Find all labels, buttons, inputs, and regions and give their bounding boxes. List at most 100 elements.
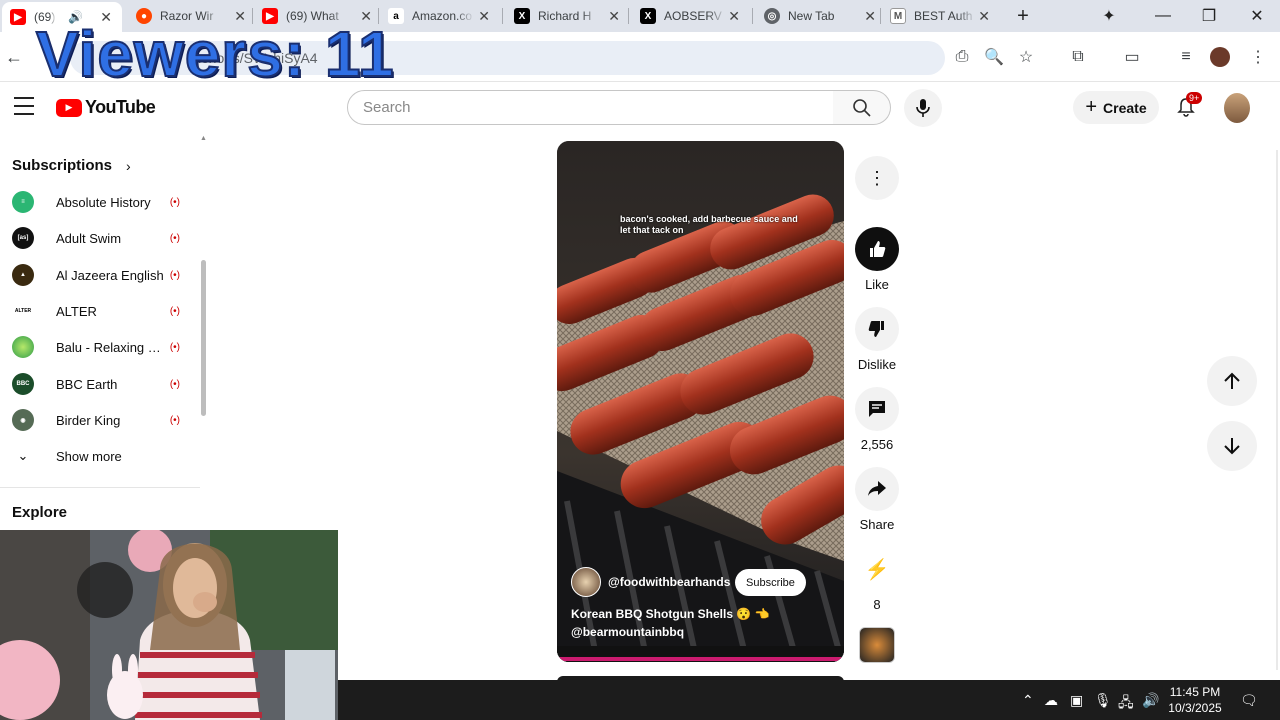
microphone-tray-icon[interactable]: 🎙 — [1094, 692, 1112, 709]
volume-icon[interactable]: 🔊 — [1142, 692, 1159, 709]
channel-name: BBC Earth — [56, 376, 118, 392]
notifications-button[interactable]: 9+ — [1176, 92, 1203, 119]
clock-date: 10/3/2025 — [1168, 701, 1222, 715]
live-icon: (•) — [169, 414, 180, 426]
tab-title: Richard H — [538, 9, 592, 23]
short-title-line1: Korean BBQ Shotgun Shells 😯 👈 — [571, 607, 770, 621]
hamburger-menu-icon[interactable] — [14, 97, 34, 115]
like-button[interactable]: Like — [854, 227, 900, 292]
short-video-player[interactable]: bacon's cooked, add barbecue sauce and l… — [557, 141, 844, 662]
sidebar-item-alter[interactable]: ALTER ALTER (•) — [12, 297, 180, 325]
page-scrollbar[interactable] — [1276, 150, 1278, 670]
channel-avatar[interactable] — [571, 567, 601, 597]
microphone-icon — [916, 99, 930, 117]
tab-title: BEST Auth — [914, 9, 973, 23]
show-more-button[interactable]: ⌄ Show more — [12, 442, 180, 470]
minimize-button[interactable]: — — [1140, 0, 1186, 32]
channel-name: Birder King — [56, 412, 121, 428]
clock[interactable]: 11:45 PM 10/3/2025 — [1166, 684, 1224, 716]
user-avatar[interactable] — [1224, 93, 1250, 123]
tab-x-aobserv[interactable]: X AOBSERV ✕ — [640, 2, 740, 30]
extensions-icon[interactable]: ⧉ — [1068, 47, 1088, 67]
bookmark-star-icon[interactable]: ☆ — [1016, 47, 1036, 67]
tab-title: Amazon.co — [412, 9, 473, 23]
voice-search-button[interactable] — [904, 89, 942, 127]
clock-time: 11:45 PM — [1169, 685, 1221, 699]
channel-avatar: ALTER — [12, 300, 34, 322]
chrome-icon: ◎ — [764, 8, 780, 24]
zoom-icon[interactable]: 🔍 — [984, 47, 1004, 67]
gemini-icon[interactable]: ✦ — [1086, 0, 1132, 32]
browser-menu-icon[interactable]: ⋮ — [1248, 47, 1268, 67]
profile-avatar-icon[interactable] — [1210, 47, 1230, 67]
search-input[interactable]: Search — [347, 90, 834, 125]
back-arrow-icon[interactable]: ← — [4, 47, 24, 67]
sidebar-item-balu[interactable]: Balu - Relaxing N... (•) — [12, 333, 180, 361]
previous-short-button[interactable] — [1207, 356, 1257, 406]
subscriptions-header[interactable]: Subscriptions › — [12, 157, 131, 174]
tab-gmail[interactable]: M BEST Auth ✕ — [890, 2, 990, 30]
channel-avatar: ≡ — [12, 191, 34, 213]
live-icon: (•) — [169, 341, 180, 353]
audio-track-thumbnail[interactable] — [859, 627, 895, 663]
arrow-down-icon — [1224, 438, 1240, 455]
tray-app-icon[interactable]: ▣ — [1070, 692, 1083, 709]
create-button[interactable]: + Create — [1073, 91, 1159, 124]
scroll-up-arrow-icon[interactable]: ▲ — [200, 135, 207, 142]
onedrive-icon[interactable]: ☁ — [1044, 692, 1058, 709]
short-channel-name[interactable]: @foodwithbearhands — [608, 575, 730, 589]
media-control-icon[interactable]: ≡ — [1176, 47, 1196, 67]
close-tab-icon[interactable]: ✕ — [864, 8, 876, 25]
short-title[interactable]: Korean BBQ Shotgun Shells 😯 👈 @bearmount… — [571, 605, 770, 641]
explore-header[interactable]: Explore — [12, 504, 67, 521]
tab-title: AOBSERV — [664, 9, 722, 23]
new-tab-button[interactable]: + — [1000, 0, 1046, 32]
subscribe-button[interactable]: Subscribe — [735, 569, 806, 596]
windows-taskbar: ⌃ ☁ ▣ 🎙 🖧 🔊 11:45 PM 10/3/2025 🗨 — [338, 680, 1280, 720]
create-label: Create — [1103, 99, 1147, 116]
next-short-button[interactable] — [1207, 421, 1257, 471]
channel-avatar: ▲ — [12, 264, 34, 286]
close-tab-icon[interactable]: ✕ — [728, 8, 740, 25]
sidebar-item-adult-swim[interactable]: [as] Adult Swim (•) — [12, 224, 180, 252]
sidebar-item-al-jazeera[interactable]: ▲ Al Jazeera English (•) — [12, 261, 180, 289]
search-button[interactable] — [833, 90, 891, 125]
comment-icon — [855, 387, 899, 431]
dislike-button[interactable]: Dislike — [854, 307, 900, 372]
show-more-label: Show more — [56, 448, 122, 464]
tab-new-tab[interactable]: ◎ New Tab ✕ — [764, 2, 876, 30]
live-icon: (•) — [169, 305, 180, 317]
live-icon: (•) — [169, 232, 180, 244]
install-app-icon[interactable]: ⎙ — [952, 47, 972, 67]
share-button[interactable]: Share — [854, 467, 900, 532]
tab-title: New Tab — [788, 9, 835, 23]
close-window-button[interactable]: ✕ — [1234, 0, 1280, 32]
short-title-line2: @bearmountainbbq — [571, 625, 685, 639]
tab-amazon[interactable]: a Amazon.co ✕ — [388, 2, 490, 30]
remix-button[interactable]: ⚡ 8 — [854, 547, 900, 613]
sidebar-item-birder-king[interactable]: ◉ Birder King (•) — [12, 406, 180, 434]
live-icon: (•) — [169, 378, 180, 390]
sidebar-item-absolute-history[interactable]: ≡ Absolute History (•) — [12, 188, 180, 216]
side-panel-icon[interactable]: ▭ — [1122, 47, 1142, 67]
chevron-up-icon[interactable]: ⌃ — [1022, 692, 1034, 709]
more-options-button[interactable]: ⋮ — [854, 156, 900, 206]
video-caption: bacon's cooked, add barbecue sauce and l… — [620, 214, 798, 235]
tab-x-richard[interactable]: X Richard H ✕ — [514, 2, 620, 30]
channel-avatar: ◉ — [12, 409, 34, 431]
network-icon[interactable]: 🖧 — [1118, 692, 1134, 716]
comments-button[interactable]: 2,556 — [854, 387, 900, 452]
restore-button[interactable]: ❐ — [1186, 0, 1232, 32]
thumbs-down-icon — [855, 307, 899, 351]
sidebar-item-bbc-earth[interactable]: BBC BBC Earth (•) — [12, 370, 180, 398]
youtube-logo[interactable]: ▶ YouTube — [56, 97, 156, 118]
close-tab-icon[interactable]: ✕ — [478, 8, 490, 25]
subscriptions-label: Subscriptions — [12, 157, 113, 174]
notification-center-icon[interactable]: 🗨 — [1240, 692, 1258, 709]
sidebar-scrollbar[interactable] — [201, 260, 206, 416]
close-tab-icon[interactable]: ✕ — [978, 8, 990, 25]
channel-name: Absolute History — [56, 194, 151, 210]
close-tab-icon[interactable]: ✕ — [608, 8, 620, 25]
webcam-feed — [0, 530, 338, 720]
channel-avatar — [12, 336, 34, 358]
